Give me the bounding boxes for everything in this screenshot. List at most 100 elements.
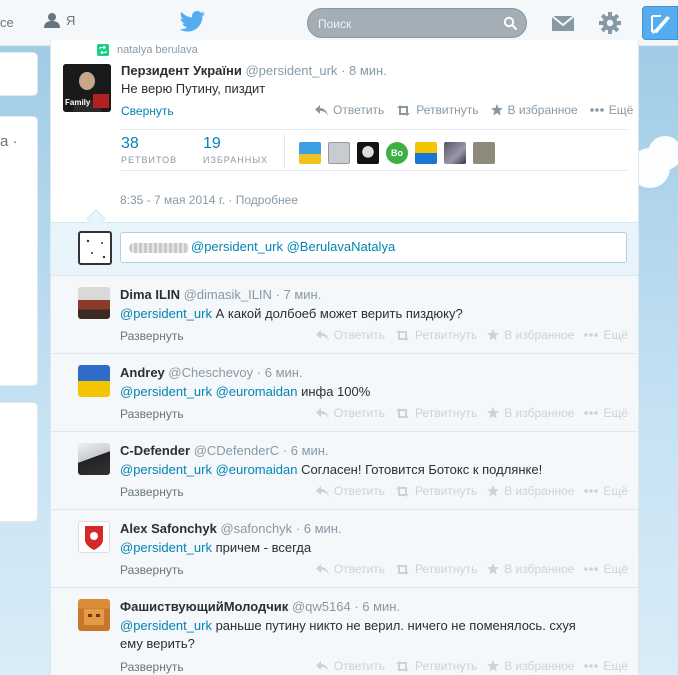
nav-item-fragment[interactable]: се <box>0 15 14 30</box>
reply-action[interactable]: Ответить <box>315 328 385 342</box>
more-dots-icon <box>584 664 599 668</box>
reply-timestamp[interactable]: · 6 мин. <box>257 365 303 380</box>
search-input[interactable] <box>318 15 498 33</box>
favorite-action[interactable]: В избранное <box>487 406 574 420</box>
compose-tweet-button[interactable] <box>642 6 678 40</box>
favoriter-avatar[interactable] <box>444 142 466 164</box>
more-action[interactable]: Ещё <box>584 484 628 498</box>
star-icon <box>487 563 500 575</box>
reply-mention[interactable]: @persident_urk <box>120 540 212 555</box>
more-dots-icon <box>584 489 599 493</box>
reply-timestamp[interactable]: · 7 мин. <box>276 287 322 302</box>
nav-item-me[interactable]: Я <box>44 12 75 28</box>
reply-text-body: инфа 100% <box>297 384 371 399</box>
twitter-bird-icon[interactable] <box>180 11 206 33</box>
more-action[interactable]: Ещё <box>584 328 628 342</box>
reply-author-avatar[interactable] <box>78 365 110 397</box>
retweet-action[interactable]: Ретвитнуть <box>395 484 477 498</box>
retweets-stat[interactable]: 38 РЕТВИТОВ <box>121 135 177 165</box>
search-icon[interactable] <box>503 16 517 30</box>
reply-author-username[interactable]: @safonchyk <box>220 521 292 536</box>
favorite-action[interactable]: В избранное <box>490 103 578 117</box>
star-icon <box>490 104 503 116</box>
reply-tweet[interactable]: Dima ILIN @dimasik_ILIN · 7 мин. @persid… <box>51 275 638 353</box>
more-action[interactable]: Ещё <box>584 659 628 673</box>
retweet-arrows-icon <box>396 563 409 575</box>
reply-action[interactable]: Ответить <box>315 484 385 498</box>
expand-link[interactable]: Развернуть <box>120 660 184 674</box>
retweet-action[interactable]: Ретвитнуть <box>395 328 477 342</box>
retweet-action[interactable]: Ретвитнуть <box>396 103 479 117</box>
favoriter-avatar[interactable]: Bo <box>386 142 408 164</box>
reply-input[interactable]: @persident_urk @BerulavaNatalya <box>120 232 627 263</box>
gear-icon[interactable] <box>598 11 622 35</box>
reply-tweet[interactable]: ФашиствующийМолодчик @qw5164 · 6 мин. @p… <box>51 587 638 675</box>
favorite-action[interactable]: В избранное <box>487 328 574 342</box>
more-action[interactable]: Ещё <box>584 406 628 420</box>
favoriter-avatar[interactable] <box>328 142 350 164</box>
reply-action[interactable]: Ответить <box>315 103 384 117</box>
reply-action[interactable]: Ответить <box>315 659 385 673</box>
reply-author-fullname[interactable]: ФашиствующийМолодчик <box>120 599 288 614</box>
reply-tweet[interactable]: Andrey @Cheschevoy · 6 мин. @persident_u… <box>51 353 638 431</box>
reply-mention[interactable]: @persident_urk <box>120 306 212 321</box>
favoriter-avatar[interactable] <box>357 142 379 164</box>
star-icon <box>487 660 500 672</box>
reply-mention[interactable]: @euromaidan <box>216 462 298 477</box>
retweet-action[interactable]: Ретвитнуть <box>395 562 477 576</box>
expand-link[interactable]: Развернуть <box>120 407 184 421</box>
expand-link[interactable]: Развернуть <box>120 329 184 343</box>
more-dots-icon <box>584 567 599 571</box>
retweets-label: РЕТВИТОВ <box>121 155 178 165</box>
nav-item-me-label: Я <box>66 12 76 28</box>
reply-tweet[interactable]: C-Defender @CDefenderC · 6 мин. @perside… <box>51 431 638 509</box>
reply-author-fullname[interactable]: Dima ILIN <box>120 287 180 302</box>
reply-mention[interactable]: @persident_urk <box>120 384 212 399</box>
reply-author-avatar[interactable] <box>78 599 110 631</box>
favoriter-avatar[interactable] <box>299 142 321 164</box>
tweet-date[interactable]: 8:35 - 7 мая 2014 г. <box>120 193 225 207</box>
expand-link[interactable]: Развернуть <box>120 485 184 499</box>
reply-author-avatar[interactable] <box>78 287 110 319</box>
expand-link[interactable]: Развернуть <box>120 563 184 577</box>
envelope-icon[interactable] <box>551 13 575 33</box>
reply-author-username[interactable]: @dimasik_ILIN <box>184 287 272 302</box>
favorites-stat[interactable]: 19 ИЗБРАННЫХ <box>203 135 268 165</box>
author-fullname[interactable]: Перзидент Украïни <box>121 63 242 78</box>
retweet-action[interactable]: Ретвитнуть <box>395 406 477 420</box>
collapse-link[interactable]: Свернуть <box>121 104 174 118</box>
details-link[interactable]: Подробнее <box>236 193 298 207</box>
reply-author-username[interactable]: @qw5164 <box>292 599 351 614</box>
reply-timestamp[interactable]: · 6 мин. <box>283 443 329 458</box>
reply-timestamp[interactable]: · 6 мин. <box>296 521 342 536</box>
favorite-action[interactable]: В избранное <box>487 562 574 576</box>
reply-author-username[interactable]: @CDefenderC <box>194 443 279 458</box>
reply-author-fullname[interactable]: C-Defender <box>120 443 190 458</box>
author-avatar[interactable]: Family <box>63 64 111 112</box>
reply-author-username[interactable]: @Cheschevoy <box>168 365 253 380</box>
reply-mention[interactable]: @euromaidan <box>216 384 298 399</box>
retweet-action[interactable]: Ретвитнуть <box>395 659 477 673</box>
reply-tweet[interactable]: Alex Safonchyk @safonchyk · 6 мин. @pers… <box>51 509 638 587</box>
reply-mention[interactable]: @persident_urk <box>120 462 212 477</box>
favorite-action[interactable]: В избранное <box>487 659 574 673</box>
favorite-action[interactable]: В избранное <box>487 484 574 498</box>
tweet-header: Перзидент Украïни @persident_urk · 8 мин… <box>121 63 387 78</box>
more-action[interactable]: Ещё <box>589 103 633 117</box>
favoriter-avatar[interactable] <box>473 142 495 164</box>
favoriter-avatar[interactable] <box>415 142 437 164</box>
reply-timestamp[interactable]: · 6 мин. <box>354 599 400 614</box>
reply-author-avatar[interactable] <box>78 521 110 553</box>
reply-author-avatar[interactable] <box>78 443 110 475</box>
reply-author-fullname[interactable]: Andrey <box>120 365 165 380</box>
coat-of-arms-icon <box>81 522 107 552</box>
more-action[interactable]: Ещё <box>584 562 628 576</box>
author-username[interactable]: @persident_urk <box>245 63 337 78</box>
tweet-timestamp[interactable]: · 8 мин. <box>341 63 387 78</box>
reply-text: @persident_urk причем - всегда <box>120 539 630 557</box>
reply-mention[interactable]: @persident_urk <box>120 618 212 633</box>
reply-author-fullname[interactable]: Alex Safonchyk <box>120 521 217 536</box>
reply-action[interactable]: Ответить <box>315 562 385 576</box>
retweeted-by-name[interactable]: natalya berulava <box>117 44 198 56</box>
reply-action[interactable]: Ответить <box>315 406 385 420</box>
